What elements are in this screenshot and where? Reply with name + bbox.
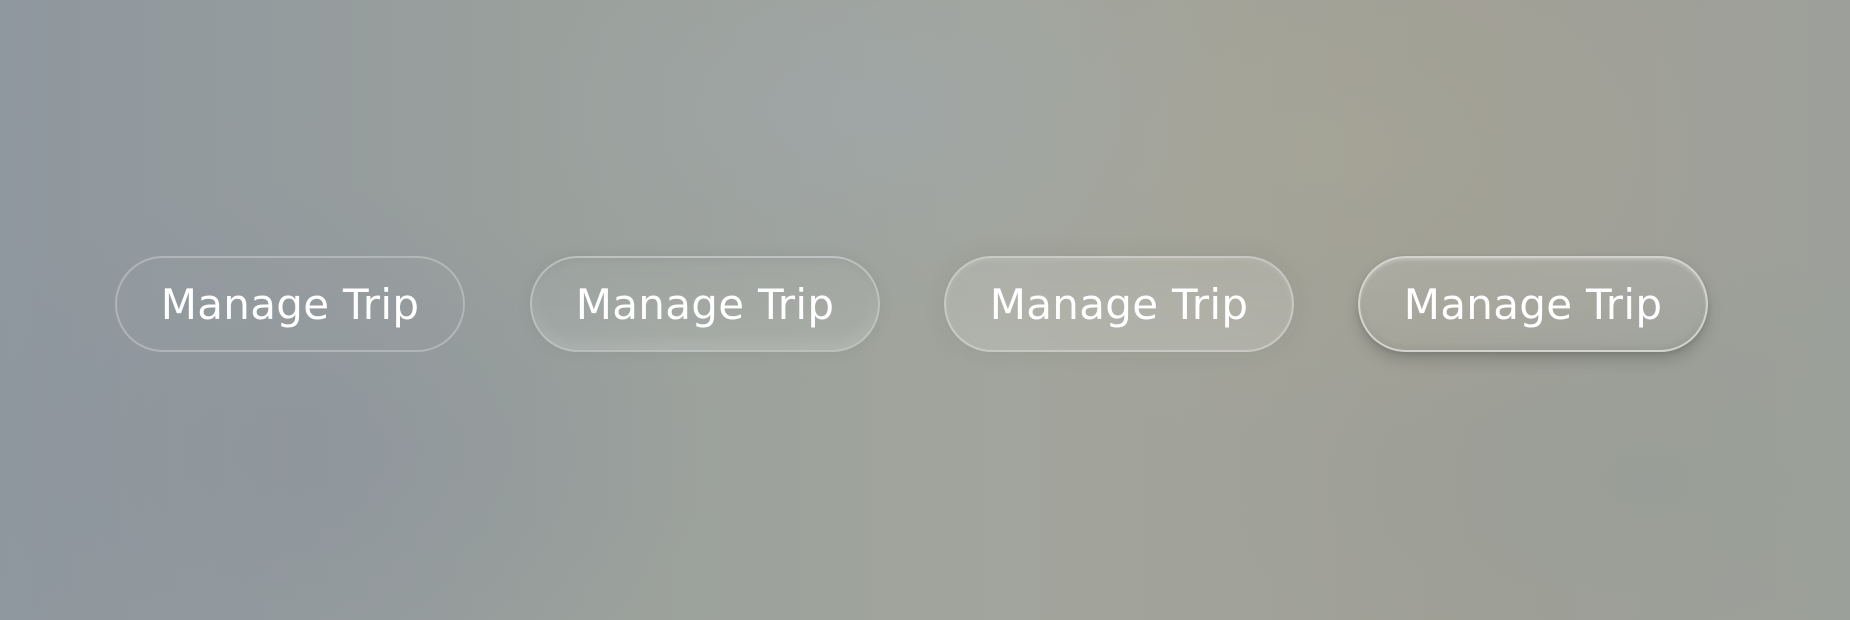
manage-trip-button-soft[interactable]: Manage Trip — [530, 256, 880, 352]
manage-trip-button-outline[interactable]: Manage Trip — [115, 256, 465, 352]
button-label: Manage Trip — [160, 279, 420, 329]
button-label: Manage Trip — [1403, 279, 1663, 329]
manage-trip-button-elevated[interactable]: Manage Trip — [1358, 256, 1708, 352]
button-showcase: Manage Trip Manage Trip Manage Trip Mana… — [0, 0, 1850, 620]
button-label: Manage Trip — [989, 279, 1249, 329]
manage-trip-button-glass[interactable]: Manage Trip — [944, 256, 1294, 352]
button-label: Manage Trip — [575, 279, 835, 329]
